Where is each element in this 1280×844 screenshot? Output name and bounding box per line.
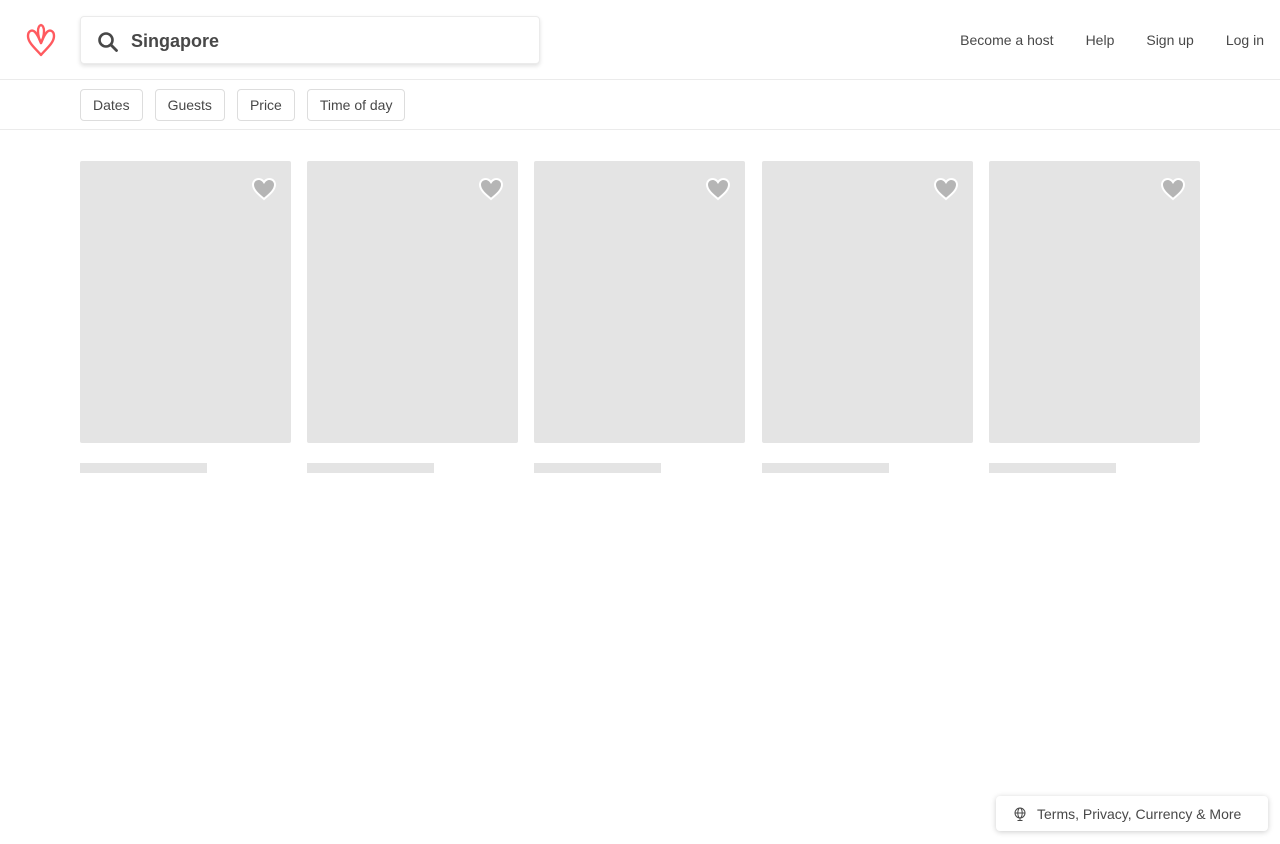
- header: Become a host Help Sign up Log in: [0, 0, 1280, 80]
- listing-grid: [80, 161, 1200, 481]
- listing-card-placeholder[interactable]: [307, 161, 518, 481]
- listing-card-placeholder[interactable]: [762, 161, 973, 481]
- log-in-link[interactable]: Log in: [1210, 0, 1280, 80]
- listing-card-placeholder[interactable]: [989, 161, 1200, 481]
- heart-icon[interactable]: [251, 177, 277, 201]
- listing-image-placeholder[interactable]: [80, 161, 291, 443]
- listing-image-placeholder[interactable]: [534, 161, 745, 443]
- listing-title-placeholder: [307, 463, 434, 473]
- price-filter-button[interactable]: Price: [236, 89, 295, 121]
- heart-icon[interactable]: [705, 177, 731, 201]
- filter-buttons: Dates Guests Price Time of day: [80, 89, 417, 121]
- airbnb-logo-icon[interactable]: [24, 22, 58, 58]
- time-of-day-filter-button[interactable]: Time of day: [306, 89, 406, 121]
- listing-image-placeholder[interactable]: [762, 161, 973, 443]
- footer-links-button[interactable]: Terms, Privacy, Currency & More: [996, 796, 1268, 831]
- listing-card-placeholder[interactable]: [534, 161, 745, 481]
- listing-title-placeholder: [534, 463, 661, 473]
- listing-title-placeholder: [762, 463, 889, 473]
- sign-up-link[interactable]: Sign up: [1130, 0, 1209, 80]
- search-icon: [98, 32, 118, 52]
- search-box[interactable]: [80, 16, 540, 64]
- heart-icon[interactable]: [478, 177, 504, 201]
- globe-icon: [1014, 807, 1026, 821]
- listing-card-placeholder[interactable]: [80, 161, 291, 481]
- listing-title-placeholder: [80, 463, 207, 473]
- become-host-link[interactable]: Become a host: [944, 0, 1069, 80]
- listing-image-placeholder[interactable]: [307, 161, 518, 443]
- heart-icon[interactable]: [1160, 177, 1186, 201]
- listing-title-placeholder: [989, 463, 1116, 473]
- filter-bar: Dates Guests Price Time of day: [0, 80, 1280, 130]
- help-link[interactable]: Help: [1070, 0, 1131, 80]
- dates-filter-button[interactable]: Dates: [80, 89, 143, 121]
- search-input[interactable]: [131, 25, 521, 57]
- guests-filter-button[interactable]: Guests: [154, 89, 225, 121]
- top-nav: Become a host Help Sign up Log in: [944, 0, 1280, 80]
- footer-links-label: Terms, Privacy, Currency & More: [1037, 805, 1242, 822]
- heart-icon[interactable]: [933, 177, 959, 201]
- listing-image-placeholder[interactable]: [989, 161, 1200, 443]
